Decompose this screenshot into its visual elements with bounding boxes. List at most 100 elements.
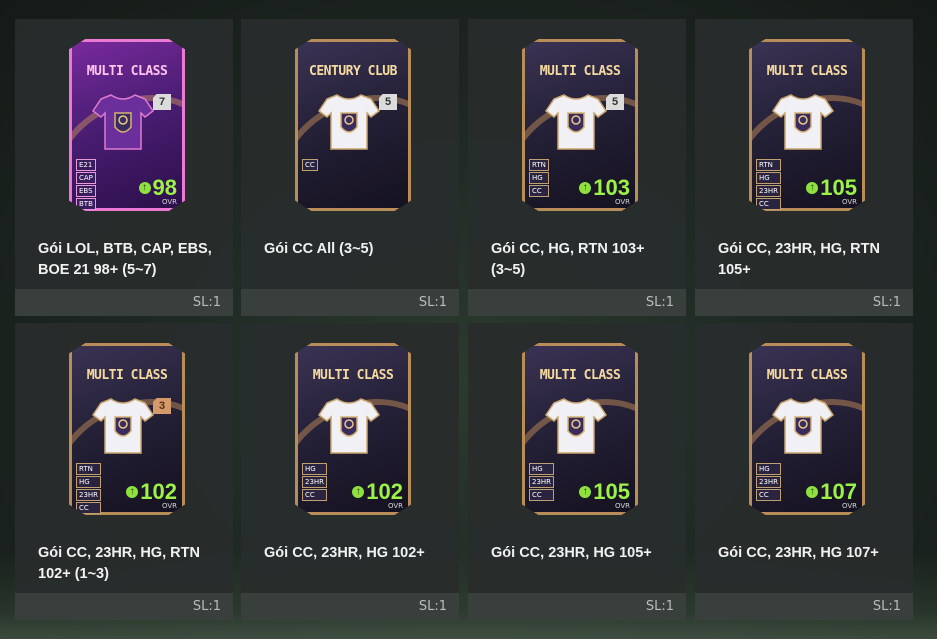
card-tags: RTN HG 23HR CC — [756, 159, 782, 210]
jersey-icon — [544, 94, 608, 150]
jersey-icon — [317, 398, 381, 454]
tile-footer: SL:1 — [695, 289, 913, 316]
jersey-icon — [91, 94, 155, 150]
card-tag: HG — [76, 476, 102, 488]
pack-quantity: SL:1 — [418, 599, 447, 614]
arrow-up-icon: ↑ — [579, 486, 592, 498]
ovr-value: 98 — [152, 175, 177, 200]
grade-badge: 3 — [153, 398, 171, 414]
pack-quantity: SL:1 — [418, 295, 447, 310]
grade-badge: 5 — [606, 94, 624, 110]
card-tag: CC — [302, 489, 328, 501]
card-tag: CAP — [76, 172, 96, 184]
arrow-up-icon: ↑ — [806, 182, 819, 194]
card-title: MULTI CLASS — [86, 64, 168, 79]
ovr-block: ↑ 102 OVR — [126, 481, 177, 510]
card-title: MULTI CLASS — [539, 64, 621, 79]
card-tag: HG — [302, 463, 328, 475]
card-title: CENTURY CLUB — [309, 64, 397, 79]
ovr-block: ↑ 105 OVR — [579, 481, 630, 510]
arrow-up-icon: ↑ — [579, 182, 592, 194]
grade-badge: 7 — [153, 94, 171, 110]
card-title: MULTI CLASS — [766, 368, 848, 383]
pack-card-image: MULTI CLASS HG 23HR CC ↑ 102 OVR — [295, 343, 411, 515]
ovr-value: 107 — [820, 479, 857, 504]
ovr-value-row: ↑ 107 — [806, 481, 857, 503]
arrow-up-icon: ↑ — [806, 486, 819, 498]
card-title: MULTI CLASS — [86, 368, 168, 383]
jersey-icon — [771, 398, 835, 454]
card-tag: RTN — [756, 159, 782, 171]
pack-name: Gói CC, 23HR, HG 102+ — [264, 545, 425, 561]
card-tag: 23HR — [302, 476, 328, 488]
pack-name: Gói CC, 23HR, HG 107+ — [718, 545, 879, 561]
ovr-block: ↑ 98 OVR — [138, 175, 177, 206]
card-title: MULTI CLASS — [766, 64, 848, 79]
card-tags: HG 23HR CC — [529, 463, 555, 501]
tile-footer: SL:1 — [695, 593, 913, 620]
pack-tile[interactable]: MULTI CLASS 3 RTN HG 23HR CC ↑ 102 OVR Gói … — [15, 323, 233, 620]
pack-card-image: MULTI CLASS 3 RTN HG 23HR CC ↑ 102 OVR — [69, 343, 185, 515]
ovr-value: 103 — [593, 175, 630, 200]
tile-footer: SL:1 — [241, 593, 459, 620]
card-tags: RTN HG CC — [529, 159, 549, 197]
pack-grid: MULTI CLASS 7 E21CAPEBSBTBLOL ↑ 98 OVR G… — [15, 19, 913, 629]
card-tag: 23HR — [76, 489, 102, 501]
pack-card-image: MULTI CLASS HG 23HR CC ↑ 105 OVR — [522, 343, 638, 515]
jersey-icon — [544, 398, 608, 454]
pack-tile[interactable]: MULTI CLASS HG 23HR CC ↑ 105 OVR Gói CC, 2… — [468, 323, 686, 620]
card-tag: 23HR — [529, 476, 555, 488]
card-tag: CC — [529, 185, 549, 197]
pack-quantity: SL:1 — [872, 295, 901, 310]
pack-name: Gói CC, HG, RTN 103+ (3~5) — [491, 241, 645, 278]
pack-quantity: SL:1 — [192, 599, 221, 614]
card-tags: HG 23HR CC — [302, 463, 328, 501]
card-tag: CC — [756, 198, 782, 210]
arrow-up-icon: ↑ — [352, 486, 365, 498]
pack-quantity: SL:1 — [192, 295, 221, 310]
ovr-value: 105 — [593, 479, 630, 504]
card-tag: E21 — [76, 159, 96, 171]
ovr-value-row: ↑ 105 — [806, 177, 857, 199]
jersey-icon — [771, 94, 835, 150]
pack-card-image: MULTI CLASS 7 E21CAPEBSBTBLOL ↑ 98 OVR — [69, 39, 185, 211]
ovr-block: ↑ 102 OVR — [352, 481, 403, 510]
tile-footer: SL:1 — [241, 289, 459, 316]
pack-tile[interactable]: MULTI CLASS HG 23HR CC ↑ 107 OVR Gói CC, 2… — [695, 323, 913, 620]
ovr-value: 102 — [140, 479, 177, 504]
pack-name: Gói CC, 23HR, HG, RTN 105+ — [718, 241, 880, 278]
pack-card-image: MULTI CLASS RTN HG 23HR CC ↑ 105 OVR — [749, 39, 865, 211]
card-tag: CC — [756, 489, 782, 501]
card-tag: CC — [76, 502, 102, 514]
pack-tile[interactable]: MULTI CLASS 5 RTN HG CC ↑ 103 OVR Gói CC, … — [468, 19, 686, 316]
grade-badge: 5 — [379, 94, 397, 110]
pack-name: Gói CC All (3~5) — [264, 241, 374, 257]
card-tag: RTN — [529, 159, 549, 171]
tile-footer: SL:1 — [468, 593, 686, 620]
ovr-block: ↑ 107 OVR — [806, 481, 857, 510]
pack-name: Gói CC, 23HR, HG 105+ — [491, 545, 652, 561]
card-tag: 23HR — [756, 185, 782, 197]
card-tag: CC — [302, 159, 318, 171]
card-tag: CC — [529, 489, 555, 501]
pack-tile[interactable]: MULTI CLASS 7 E21CAPEBSBTBLOL ↑ 98 OVR G… — [15, 19, 233, 316]
card-tag: BTB — [76, 198, 96, 210]
ovr-value-row: ↑ 102 — [126, 481, 177, 503]
ovr-block: ↑ 105 OVR — [806, 177, 857, 206]
pack-tile[interactable]: CENTURY CLUB 5 CC Gói CC All (3~5) SL:1 — [241, 19, 459, 316]
pack-quantity: SL:1 — [645, 599, 674, 614]
tile-footer: SL:1 — [15, 593, 233, 620]
tile-footer: SL:1 — [468, 289, 686, 316]
arrow-up-icon: ↑ — [126, 486, 139, 498]
pack-tile[interactable]: MULTI CLASS RTN HG 23HR CC ↑ 105 OVR Gói CC… — [695, 19, 913, 316]
card-title: MULTI CLASS — [312, 368, 394, 383]
pack-tile[interactable]: MULTI CLASS HG 23HR CC ↑ 102 OVR Gói CC, 2… — [241, 323, 459, 620]
card-tags: CC — [302, 159, 318, 171]
pack-card-image: CENTURY CLUB 5 CC — [295, 39, 411, 211]
pack-quantity: SL:1 — [645, 295, 674, 310]
pack-card-image: MULTI CLASS 5 RTN HG CC ↑ 103 OVR — [522, 39, 638, 211]
ovr-value-row: ↑ 103 — [579, 177, 630, 199]
pack-quantity: SL:1 — [872, 599, 901, 614]
pack-name: Gói CC, 23HR, HG, RTN 102+ (1~3) — [38, 545, 200, 582]
card-title: MULTI CLASS — [539, 368, 621, 383]
